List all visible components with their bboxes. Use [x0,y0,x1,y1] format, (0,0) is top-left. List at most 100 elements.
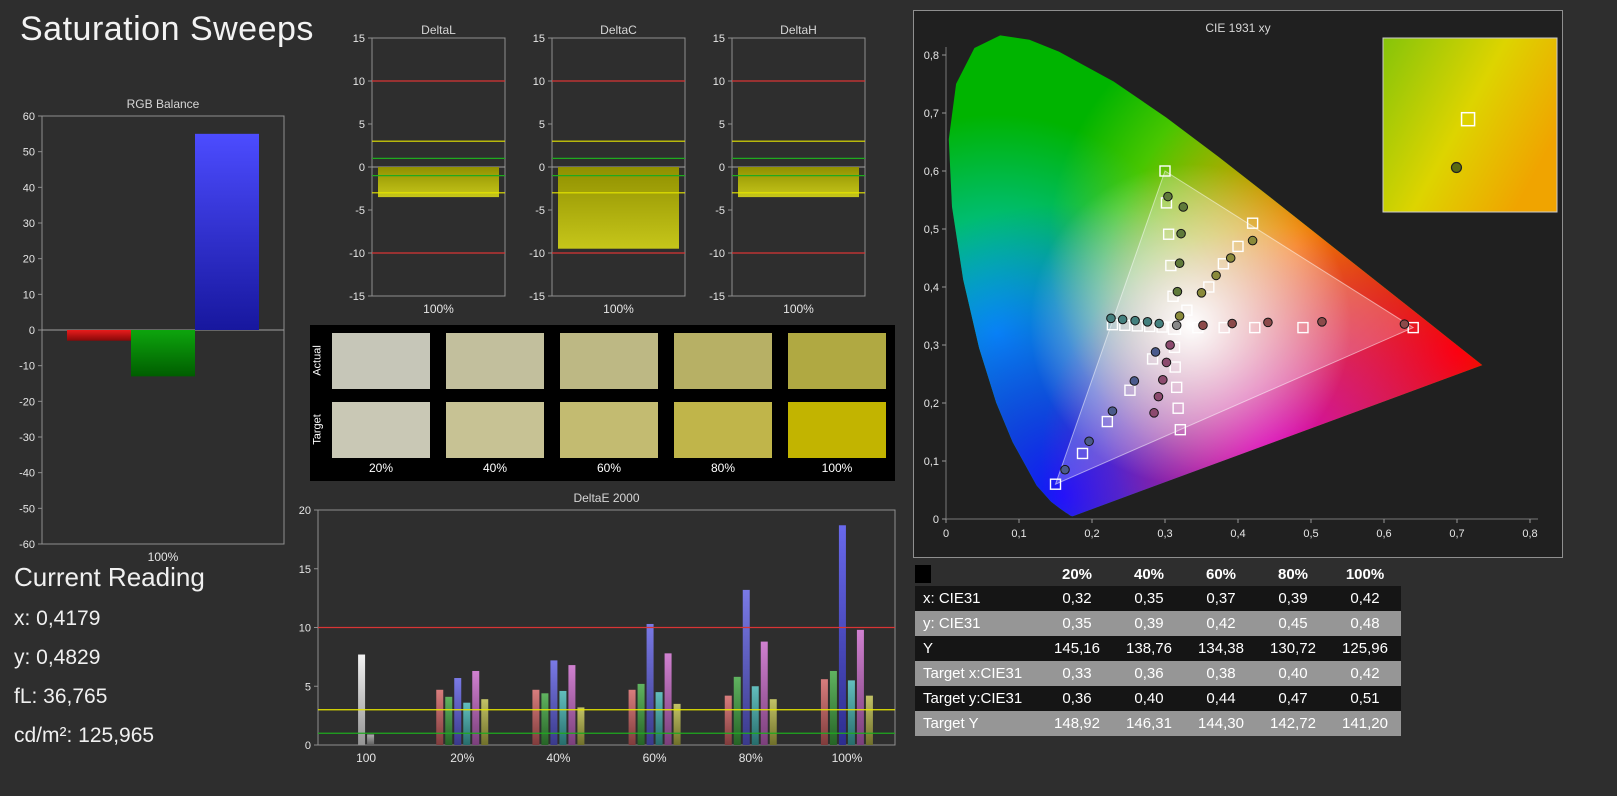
cie-x-tick-label: 0,5 [1303,528,1318,540]
table-cell: 134,38 [1198,640,1244,657]
delta-e-2000-title: DeltaE 2000 [573,491,639,505]
delta_l-svg: DeltaL -15 -10 -5 0 5 10 15 100% [349,23,506,316]
red-bar [820,679,828,745]
swatch-actual-100% [788,333,886,389]
cie-measured-red [1227,318,1237,329]
cie-y-tick-label: 0,7 [924,108,939,120]
blue-bar [550,660,558,745]
table-col-header: 40% [1133,565,1165,583]
table-cell: 0,40 [1278,665,1308,682]
swatch-row-label-actual: Actual [311,345,324,376]
x-tick-label: 100 [356,751,376,765]
swatch-target-100% [788,402,886,458]
table-cell: 0,45 [1278,615,1308,632]
green-bar [131,330,195,377]
table-cell: 0,42 [1350,665,1380,682]
page-title: Saturation Sweeps [20,10,314,48]
red-bar [628,689,636,745]
delta-e-2000-chart: DeltaE 2000 0 5 10 15 20 100 20% 40% 60% 80% 100% [296,490,900,791]
table-cell: 0,51 [1350,690,1380,707]
reading-line-1: y: 0,4829 [14,645,101,669]
y-tick-label: 0 [29,325,35,337]
x-tick-label: 100% [832,751,863,765]
table-cell: 0,42 [1350,590,1380,607]
cie-measured-red [1263,317,1273,328]
cie-measured-yellow [1247,235,1258,246]
y-tick-label: 0 [305,740,311,752]
cie-measured-cyan [1117,314,1128,325]
y-tick-label: 5 [305,681,311,693]
cie-measured-blue [1150,347,1161,357]
cie-measured-green [1172,286,1183,297]
cie-measured-yellow [1196,288,1207,298]
y-tick-label: 0 [539,162,545,174]
table-col-header: 20% [1061,565,1093,583]
table-row-label: Target y:CIE31 [923,690,1023,707]
yellow-bar [865,695,873,745]
x-tick-label: 40% [546,751,570,765]
cie-measured-red [1317,317,1327,327]
cie-measured-blue [1107,406,1118,416]
cie-measured-red [1198,320,1208,331]
table-row: Target y:CIE31 0,36 0,40 0,44 0,47 0,51 [915,686,1401,711]
magenta-bar [472,670,480,745]
swatch-column-label: 40% [482,461,508,475]
inset-measured-dot [1450,161,1463,174]
table-row-label: Target Y [923,715,979,732]
cie-measured-cyan [1154,318,1164,329]
cie-measured-magenta [1149,408,1159,418]
delta_l-title: DeltaL [421,24,456,37]
table-cell: 0,44 [1206,690,1236,707]
magenta-bar [760,641,768,745]
x-tick-label: 20% [450,751,474,765]
cie-measured-green [1174,258,1185,269]
cie-measured-blue [1084,436,1094,447]
app-window: Saturation Sweeps RGB Balance -60 -50 -40 -3… [0,0,1617,796]
y-tick-label: 0 [719,162,725,174]
cie-measured-cyan [1130,315,1140,326]
table-row: Y 145,16 138,76 134,38 130,72 125,96 [915,636,1401,661]
cyan-bar [847,680,855,745]
red-bar [532,689,540,745]
swatch-actual-60% [560,333,658,389]
cie-measured-white [1171,320,1182,331]
table-cell: 144,30 [1198,715,1244,732]
y-tick-label: -20 [19,396,35,408]
delta_h-svg: DeltaH -15 -10 -5 0 5 10 15 100% [709,23,866,316]
swatch-actual-80% [674,333,772,389]
cie-y-tick-label: 0,2 [924,398,939,410]
table-cell: 0,39 [1134,615,1164,632]
delta-h-chart: DeltaH -15 -10 -5 0 5 10 15 100% [702,23,870,323]
table-cell: 148,92 [1054,715,1100,732]
cie-measured-cyan [1106,313,1116,324]
current-reading-values: x: 0,4179 y: 0,4829 fL: 36,765 cd/m²: 125,9… [14,599,205,755]
y-tick-label: -5 [715,205,725,217]
magenta-bar [664,653,672,745]
reading-line-3: cd/m²: 125,965 [14,723,155,747]
y-tick-label: 30 [23,218,35,230]
cie-x-tick-label: 0,4 [1230,528,1245,540]
table-cell: 130,72 [1270,640,1316,657]
delta-e-2000-svg: DeltaE 2000 0 5 10 15 20 100 20% 40% 60% 80% 100% [299,491,896,765]
swatch-target-80% [674,402,772,458]
current-reading: Current Reading x: 0,4179 y: 0,4829 fL: 36… [14,562,205,755]
y-tick-label: 50 [23,147,35,159]
y-tick-label: 20 [299,505,311,517]
cie-x-tick-label: 0,8 [1522,528,1537,540]
table-row-label: y: CIE31 [923,615,981,632]
table-cell: 0,39 [1278,590,1308,607]
y-tick-label: 10 [713,76,725,88]
cie-y-tick-label: 0,6 [924,166,939,178]
table-col-header: 100% [1345,565,1385,583]
green-bar [829,670,837,745]
deltaC-bar [558,167,679,249]
rgb-balance-title: RGB Balance [127,97,200,111]
table-cell: 0,37 [1206,590,1236,607]
y-tick-label: 5 [539,119,545,131]
green-bar [637,683,645,745]
red-bar [724,695,732,745]
cie-y-tick-label: 0,3 [924,340,939,352]
table-cell: 0,47 [1278,690,1308,707]
table-row-label: Y [923,640,934,657]
measurement-table: 20% 40% 60% 80% 100% x: CIE31 0,32 0,35 0,37 0,39… [915,562,1401,736]
